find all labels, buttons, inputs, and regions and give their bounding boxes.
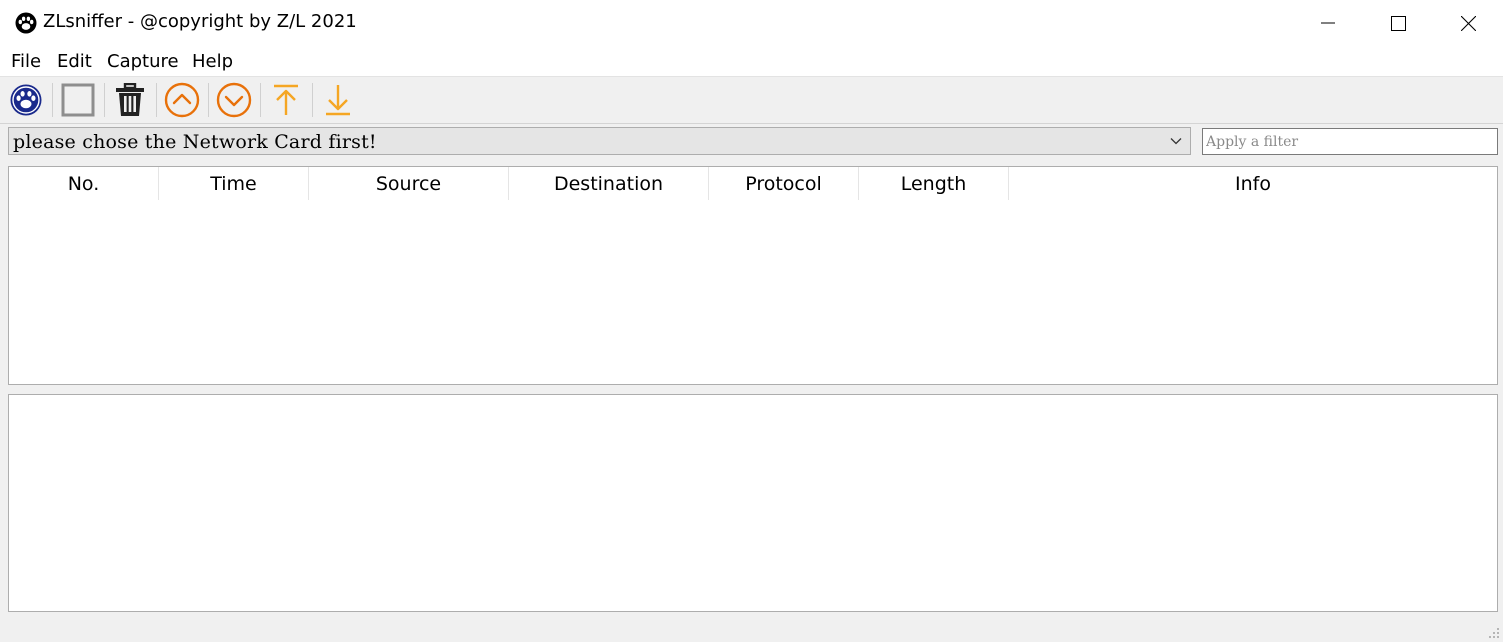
scroll-to-top-button[interactable] <box>268 82 304 118</box>
window-title: ZLsniffer - @copyright by Z/L 2021 <box>43 11 357 32</box>
stop-capture-icon <box>61 83 95 117</box>
chevron-up-circle-icon <box>164 82 200 118</box>
column-header-destination[interactable]: Destination <box>509 167 709 200</box>
close-icon <box>1460 15 1476 31</box>
stop-capture-button[interactable] <box>60 82 96 118</box>
start-capture-icon <box>10 84 42 116</box>
column-header-no[interactable]: No. <box>9 167 159 200</box>
main-window: ZLsniffer - @copyright by Z/L 2021 File … <box>0 0 1504 642</box>
menu-file[interactable]: File <box>11 51 41 72</box>
toolbar-separator <box>208 83 209 117</box>
toolbar-separator <box>104 83 105 117</box>
column-header-source[interactable]: Source <box>309 167 509 200</box>
desktop-background-strip <box>1503 0 1507 642</box>
menu-help[interactable]: Help <box>192 51 233 72</box>
resize-grip-icon[interactable] <box>1489 628 1499 638</box>
packet-detail-pane[interactable] <box>8 394 1498 612</box>
column-header-info[interactable]: Info <box>1009 167 1497 200</box>
arrow-to-top-icon <box>274 84 298 115</box>
status-bar <box>0 614 1503 642</box>
chevron-down-circle-icon <box>216 82 252 118</box>
minimize-icon <box>1321 22 1335 24</box>
network-card-select-value: please chose the Network Card first! <box>13 131 377 153</box>
packet-list-table[interactable]: No. Time Source Destination Protocol Len… <box>8 166 1498 385</box>
column-header-length[interactable]: Length <box>859 167 1009 200</box>
menu-capture[interactable]: Capture <box>107 51 179 72</box>
title-bar: ZLsniffer - @copyright by Z/L 2021 <box>0 0 1503 46</box>
menu-edit[interactable]: Edit <box>57 51 92 72</box>
toolbar-separator <box>156 83 157 117</box>
arrow-to-bottom-icon <box>326 85 350 116</box>
maximize-button[interactable] <box>1363 0 1433 46</box>
app-paw-icon <box>15 12 37 34</box>
scroll-down-button[interactable] <box>216 82 252 118</box>
menu-bar: File Edit Capture Help <box>0 46 1503 76</box>
maximize-icon <box>1390 15 1406 31</box>
clear-button[interactable] <box>112 82 148 118</box>
filter-input[interactable] <box>1202 128 1498 155</box>
column-header-protocol[interactable]: Protocol <box>709 167 859 200</box>
start-capture-button[interactable] <box>8 82 44 118</box>
scroll-to-bottom-button[interactable] <box>320 82 356 118</box>
chevron-down-icon <box>1170 138 1182 145</box>
toolbar-separator <box>312 83 313 117</box>
trash-icon <box>116 83 144 116</box>
minimize-button[interactable] <box>1293 0 1363 46</box>
scroll-up-button[interactable] <box>164 82 200 118</box>
toolbar-separator <box>52 83 53 117</box>
toolbar <box>0 76 1503 124</box>
column-header-time[interactable]: Time <box>159 167 309 200</box>
toolbar-separator <box>260 83 261 117</box>
network-card-select[interactable]: please chose the Network Card first! <box>8 127 1191 155</box>
close-button[interactable] <box>1433 0 1503 46</box>
